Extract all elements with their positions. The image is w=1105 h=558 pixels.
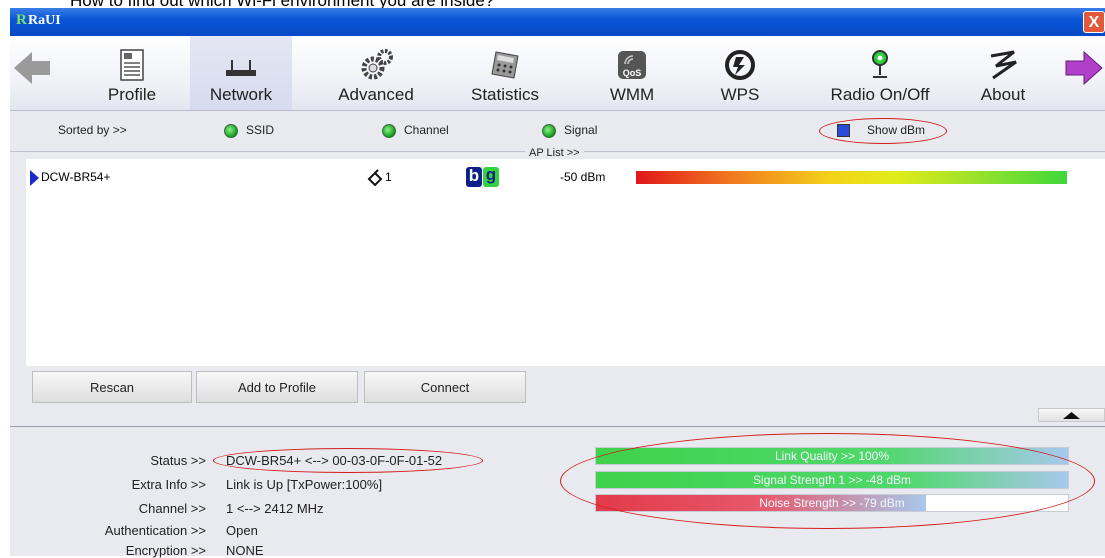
authentication-label: Authentication >> (104, 523, 206, 538)
svg-text:QoS: QoS (623, 68, 642, 78)
title-bar: R RaUI X (10, 8, 1105, 36)
extra-info-value: Link is Up [TxPower:100%] (226, 477, 383, 492)
add-to-profile-button[interactable]: Add to Profile (196, 371, 358, 403)
connect-button[interactable]: Connect (364, 371, 526, 403)
channel-value: 1 <--> 2412 MHz (226, 501, 324, 516)
tab-wps[interactable]: WPS (700, 36, 780, 110)
ap-signal-bar (636, 171, 1067, 184)
sorted-by-label: Sorted by >> (58, 123, 127, 137)
sort-channel-radio[interactable] (382, 124, 396, 138)
network-panel: Sorted by >> SSID Channel Signal Show dB… (10, 111, 1105, 558)
forward-arrow-icon (1065, 50, 1103, 86)
close-button[interactable]: X (1083, 11, 1105, 33)
ap-list: DCW-BR54+ 1 b g -50 dBm (26, 159, 1105, 366)
status-label: Status >> (150, 453, 206, 468)
forward-arrow-button[interactable] (1064, 48, 1104, 88)
extra-info-label: Extra Info >> (131, 477, 206, 492)
app-logo: R (16, 12, 27, 28)
back-arrow-button[interactable] (12, 48, 52, 88)
channel-label: Channel >> (138, 501, 206, 516)
tab-advanced[interactable]: Advanced (326, 36, 426, 110)
ap-channel: 1 (385, 170, 392, 184)
collapse-button[interactable] (1038, 408, 1105, 422)
tab-about[interactable]: About (960, 36, 1046, 110)
profile-icon (120, 49, 144, 81)
tab-label: Statistics (470, 85, 540, 104)
ap-list-label: AP List >> (525, 147, 584, 159)
mode-g-badge: g (483, 166, 499, 187)
network-icon (226, 60, 256, 76)
details-divider (10, 426, 1105, 427)
tab-label: Radio On/Off (830, 85, 930, 104)
qos-icon: QoS (618, 51, 646, 79)
sort-channel-label: Channel (404, 123, 449, 137)
tab-radio-on-off[interactable]: Radio On/Off (810, 36, 950, 110)
wps-icon (725, 50, 755, 80)
back-arrow-icon (14, 52, 50, 84)
mode-b-badge: b (466, 167, 482, 187)
tab-label: Network (209, 85, 273, 104)
tab-statistics[interactable]: Statistics (455, 36, 555, 110)
toolbar: Profile Network Advanced Statistics QoS … (10, 36, 1105, 111)
tab-wmm[interactable]: QoS WMM (582, 36, 682, 110)
table-row[interactable]: DCW-BR54+ 1 b g -50 dBm (26, 166, 1105, 189)
calculator-icon (491, 51, 519, 79)
ap-signal: -50 dBm (560, 170, 606, 184)
tab-label: Advanced (338, 85, 414, 104)
sort-ssid-radio[interactable] (224, 124, 238, 138)
antenna-icon (872, 50, 888, 78)
authentication-value: Open (226, 523, 258, 538)
tab-network[interactable]: Network (190, 36, 292, 110)
tab-label: WMM (609, 85, 655, 104)
sort-signal-radio[interactable] (542, 124, 556, 138)
annotation-ellipse (819, 118, 947, 144)
tab-label: WPS (720, 85, 760, 104)
tab-label: Profile (107, 85, 157, 104)
annotation-ellipse (213, 448, 483, 473)
rescan-button[interactable]: Rescan (32, 371, 192, 403)
triangle-up-icon (1063, 412, 1080, 419)
channel-icon (367, 169, 383, 187)
gears-icon (361, 49, 393, 80)
sort-ssid-label: SSID (246, 123, 275, 137)
about-icon (990, 50, 1017, 80)
window-title: RaUI (28, 13, 61, 28)
annotation-ellipse (560, 433, 1095, 529)
tab-profile[interactable]: Profile (82, 36, 182, 110)
selected-row-marker-icon (30, 170, 39, 186)
sort-signal-label: Signal (564, 123, 598, 137)
ap-ssid: DCW-BR54+ (41, 170, 111, 184)
tab-label: About (980, 85, 1026, 104)
